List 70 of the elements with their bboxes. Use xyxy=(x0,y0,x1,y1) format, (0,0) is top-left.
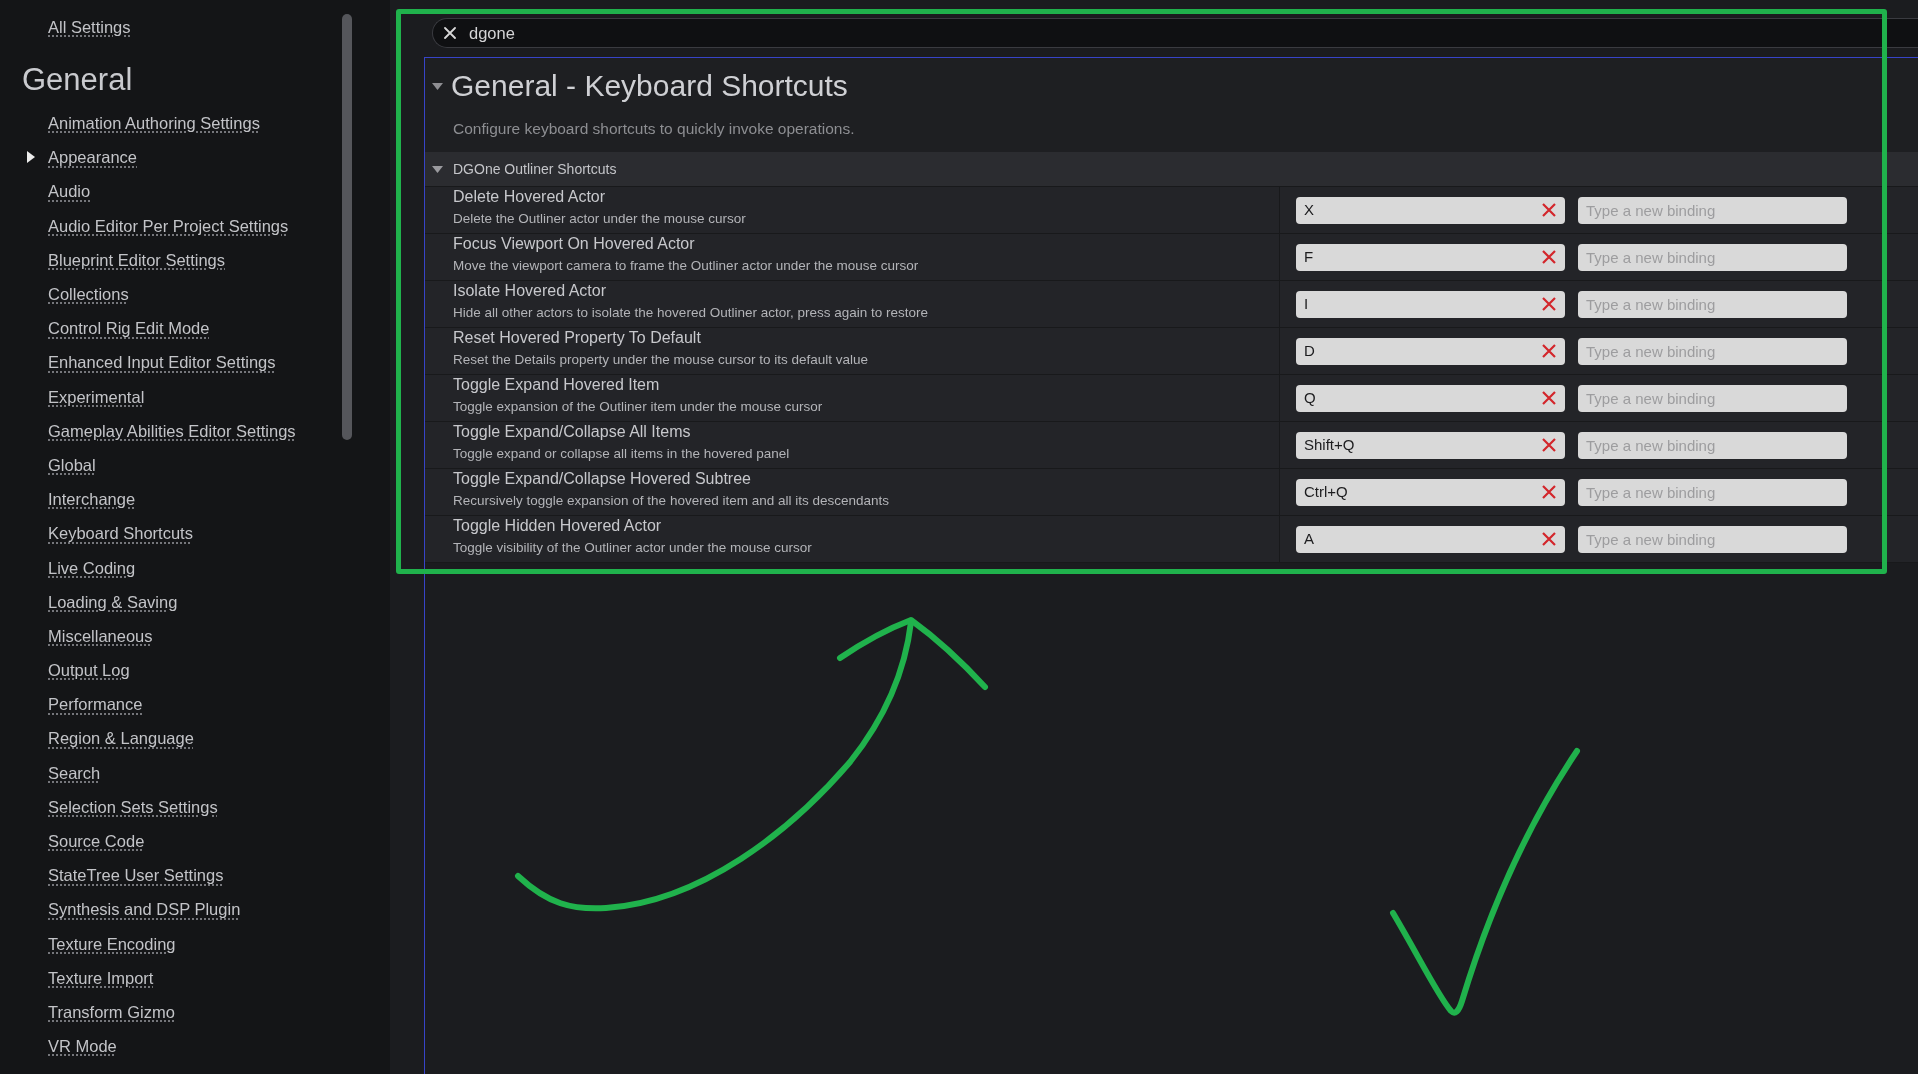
section-title: General - Keyboard Shortcuts xyxy=(451,68,848,104)
sidebar-link[interactable]: VR Mode xyxy=(48,1036,117,1057)
sidebar-link[interactable]: Texture Encoding xyxy=(48,933,176,954)
sidebar-link[interactable]: Collections xyxy=(48,284,129,305)
shortcut-description: Reset the Details property under the mouse cursor to its default value xyxy=(453,351,868,369)
sidebar-link[interactable]: Region & Language xyxy=(48,728,194,749)
sidebar-link[interactable]: Control Rig Edit Mode xyxy=(48,318,210,339)
caret-down-icon[interactable] xyxy=(432,82,443,90)
sidebar-link[interactable]: Source Code xyxy=(48,831,145,852)
binding-field[interactable]: F xyxy=(1296,243,1565,271)
new-binding-field[interactable]: Type a new binding xyxy=(1578,243,1847,271)
shortcut-description: Hide all other actors to isolate the hovered Outliner actor, press again to restore xyxy=(453,304,928,322)
scrollbar-thumb[interactable] xyxy=(342,14,352,440)
shortcut-name: Toggle Hidden Hovered Actor xyxy=(453,516,662,536)
new-binding-field[interactable]: Type a new binding xyxy=(1578,337,1847,365)
sidebar-link[interactable]: Blueprint Editor Settings xyxy=(48,249,225,270)
sidebar-link[interactable]: Miscellaneous xyxy=(48,625,153,646)
sidebar-link[interactable]: Texture Import xyxy=(48,967,154,988)
new-binding-field[interactable]: Type a new binding xyxy=(1578,478,1847,506)
new-binding-field[interactable]: Type a new binding xyxy=(1578,525,1847,553)
binding-field[interactable]: Q xyxy=(1296,384,1565,412)
section-description: Configure keyboard shortcuts to quickly invoke operations. xyxy=(453,119,856,139)
sidebar-link[interactable]: Enhanced Input Editor Settings xyxy=(48,352,276,373)
new-binding-field[interactable]: Type a new binding xyxy=(1578,384,1847,412)
sidebar-link[interactable]: Output Log xyxy=(48,660,130,681)
sidebar-link[interactable]: Performance xyxy=(48,694,143,715)
sidebar-heading: General xyxy=(22,62,134,98)
caret-down-icon[interactable] xyxy=(432,165,443,173)
shortcut-name: Delete Hovered Actor xyxy=(453,187,606,207)
sidebar-link[interactable]: Gameplay Abilities Editor Settings xyxy=(48,420,296,441)
sidebar-link[interactable]: Audio Editor Per Project Settings xyxy=(48,215,289,236)
sidebar-link[interactable]: Transform Gizmo xyxy=(48,1001,175,1022)
sidebar-link[interactable]: Synthesis and DSP Plugin xyxy=(48,899,241,920)
sidebar-link[interactable]: Animation Authoring Settings xyxy=(48,113,260,134)
sidebar-link[interactable]: StateTree User Settings xyxy=(48,865,224,886)
binding-field[interactable]: I xyxy=(1296,290,1565,318)
sidebar-link[interactable]: Global xyxy=(48,454,96,475)
new-binding-field[interactable]: Type a new binding xyxy=(1578,290,1847,318)
all-settings-link[interactable]: All Settings xyxy=(48,17,131,37)
shortcut-description: Toggle visibility of the Outliner actor under the mouse cursor xyxy=(453,539,812,557)
shortcut-name: Isolate Hovered Actor xyxy=(453,281,606,301)
sidebar-link[interactable]: Loading & Saving xyxy=(48,591,178,612)
sidebar-link[interactable]: Interchange xyxy=(48,489,136,510)
shortcut-description: Move the viewport camera to frame the Outliner actor under the mouse cursor xyxy=(453,257,919,275)
shortcut-name: Toggle Expand/Collapse Hovered Subtree xyxy=(453,469,751,489)
new-binding-field[interactable]: Type a new binding xyxy=(1578,196,1847,224)
sidebar-link[interactable]: Appearance xyxy=(48,147,137,168)
binding-field[interactable]: X xyxy=(1296,196,1565,224)
binding-field[interactable]: Ctrl+Q xyxy=(1296,478,1565,506)
caret-right-icon[interactable] xyxy=(27,151,35,164)
new-binding-field[interactable]: Type a new binding xyxy=(1578,431,1847,459)
binding-field[interactable]: A xyxy=(1296,525,1565,553)
shortcut-name: Reset Hovered Property To Default xyxy=(453,328,701,348)
search-field[interactable]: dgone xyxy=(432,18,1918,48)
sidebar-link[interactable]: Selection Sets Settings xyxy=(48,796,218,817)
shortcut-description: Toggle expand or collapse all items in the hovered panel xyxy=(453,445,790,463)
binding-field[interactable]: Shift+Q xyxy=(1296,431,1565,459)
sidebar-link[interactable]: Audio xyxy=(48,181,91,202)
shortcut-description: Toggle expansion of the Outliner item under the mouse cursor xyxy=(453,398,823,416)
category-header[interactable]: DGOne Outliner Shortcuts xyxy=(425,152,1918,187)
shortcut-name: Focus Viewport On Hovered Actor xyxy=(453,234,695,254)
shortcut-name: Toggle Expand Hovered Item xyxy=(453,375,660,395)
sidebar-link[interactable]: Experimental xyxy=(48,386,145,407)
shortcut-description: Recursively toggle expansion of the hovered item and all its descendants xyxy=(453,492,889,510)
sidebar-link[interactable]: Live Coding xyxy=(48,557,136,578)
binding-field[interactable]: D xyxy=(1296,337,1565,365)
shortcut-name: Toggle Expand/Collapse All Items xyxy=(453,422,691,442)
shortcut-description: Delete the Outliner actor under the mouse cursor xyxy=(453,210,746,228)
sidebar-link[interactable]: Keyboard Shortcuts xyxy=(48,523,193,544)
sidebar-link[interactable]: Search xyxy=(48,762,101,783)
